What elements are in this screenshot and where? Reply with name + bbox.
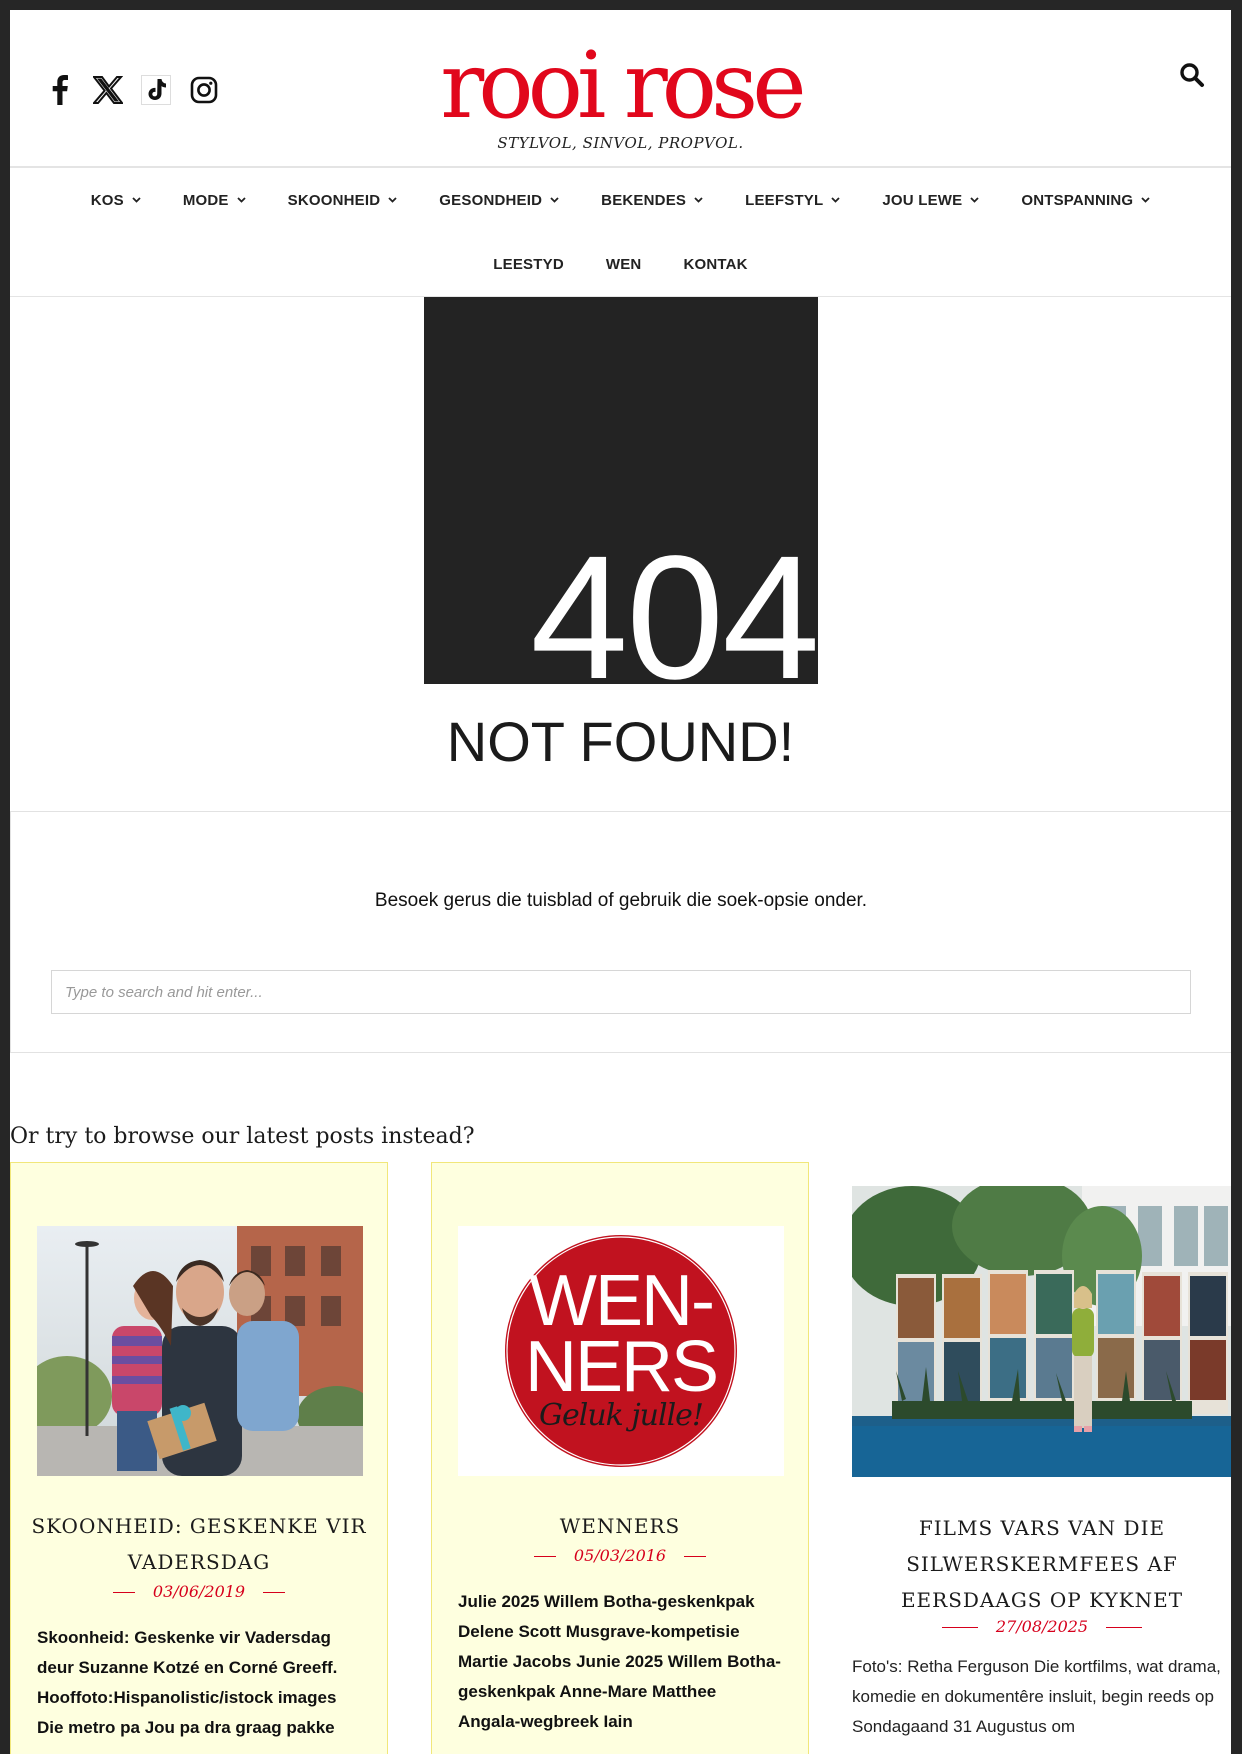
nav-item-gesondheid[interactable]: GESONDHEID (418, 192, 580, 209)
nav-item-mode[interactable]: MODE (162, 192, 267, 209)
latest-posts-heading: Or try to browse our latest posts instea… (10, 1124, 475, 1149)
site-header: rooi rose STYLVOL, SINVOL, PROPVOL. (10, 10, 1231, 168)
post-date-text: 05/03/2016 (573, 1546, 667, 1565)
winners-badge-line2: NERS (524, 1327, 719, 1407)
nav-item-jou-lewe[interactable]: JOU LEWE (861, 192, 1000, 209)
site-logo[interactable]: rooi rose STYLVOL, SINVOL, PROPVOL. (10, 32, 1231, 153)
post-date: 05/03/2016 (432, 1546, 808, 1565)
nav-item-label: JOU LEWE (882, 191, 963, 209)
nav-item-kos[interactable]: KOS (70, 192, 162, 209)
chevron-down-icon (132, 197, 141, 203)
nav-item-label: ONTSPANNING (1021, 191, 1134, 209)
error-code: 404 (530, 520, 820, 716)
search-icon[interactable] (1179, 62, 1209, 92)
fathers-day-photo (37, 1226, 363, 1476)
logo-tagline: STYLVOL, SINVOL, PROPVOL. (497, 134, 744, 152)
post-thumbnail[interactable] (37, 1226, 363, 1476)
winners-badge-line3: Geluk julle! (539, 1398, 704, 1433)
post-card[interactable]: SKOONHEID: GESKENKE VIR VADERSDAG 03/06/… (10, 1162, 388, 1754)
chevron-down-icon (388, 197, 397, 203)
nav-item-label: WEN (605, 255, 642, 273)
error-section: 404 NOT FOUND! (10, 297, 1231, 813)
chevron-down-icon (970, 197, 979, 203)
nav-item-bekendes[interactable]: BEKENDES (580, 192, 724, 209)
post-title[interactable]: WENNERS (432, 1508, 808, 1544)
latest-posts: SKOONHEID: GESKENKE VIR VADERSDAG 03/06/… (10, 1162, 1231, 1754)
nav-item-label: BEKENDES (601, 191, 687, 209)
chevron-down-icon (831, 197, 841, 203)
nav-item-label: LEEFSTYL (745, 191, 824, 209)
post-title[interactable]: SKOONHEID: GESKENKE VIR VADERSDAG (11, 1508, 387, 1580)
error-code-box: 404 (424, 297, 820, 706)
post-card[interactable]: WEN- NERS Geluk julle! WENNERS 05/03/201… (431, 1162, 809, 1754)
nav-row-2: LEESTYD WEN KONTAK (10, 232, 1231, 296)
nav-item-skoonheid[interactable]: SKOONHEID (267, 192, 419, 209)
nav-item-leestyd[interactable]: LEESTYD (472, 256, 585, 273)
chevron-down-icon (550, 197, 559, 203)
chevron-down-icon (694, 197, 703, 203)
post-card[interactable]: FILMS VARS VAN DIE SILWERSKERMFEES AF EE… (852, 1162, 1231, 1754)
winners-badge-line1: WEN- (529, 1261, 715, 1341)
post-date-text: 27/08/2025 (995, 1617, 1089, 1636)
post-date-text: 03/06/2019 (152, 1582, 246, 1601)
nav-item-label: KONTAK (683, 255, 748, 273)
post-excerpt: Foto's: Retha Ferguson Die kortfilms, wa… (852, 1657, 1221, 1736)
nav-item-kontak[interactable]: KONTAK (662, 256, 768, 273)
nav-item-label: GESONDHEID (439, 191, 543, 209)
post-title[interactable]: FILMS VARS VAN DIE SILWERSKERMFEES AF EE… (852, 1510, 1231, 1618)
nav-row-1: KOS MODE SKOONHEID GESONDHEID BEKENDES L… (10, 168, 1231, 232)
nav-item-label: MODE (182, 191, 229, 209)
post-date: 27/08/2025 (852, 1617, 1231, 1636)
nav-item-ontspanning[interactable]: ONTSPANNING (1000, 192, 1171, 209)
post-excerpt: Julie 2025 Willem Botha-geskenkpak Delen… (458, 1592, 781, 1731)
nav-item-label: LEESTYD (493, 255, 564, 273)
film-festival-photo (852, 1186, 1231, 1477)
search-input[interactable] (51, 970, 1191, 1014)
chevron-down-icon (237, 197, 246, 203)
page: rooi rose STYLVOL, SINVOL, PROPVOL. KOS … (10, 10, 1231, 1754)
nav-item-wen[interactable]: WEN (585, 256, 663, 273)
post-thumbnail[interactable] (852, 1186, 1231, 1477)
post-excerpt: Skoonheid: Geskenke vir Vadersdag deur S… (37, 1628, 338, 1737)
nav-item-label: SKOONHEID (287, 191, 381, 209)
main-nav: KOS MODE SKOONHEID GESONDHEID BEKENDES L… (10, 168, 1231, 297)
error-hint: Besoek gerus die tuisblad of gebruik die… (374, 890, 868, 911)
error-title: NOT FOUND! (446, 710, 795, 773)
chevron-down-icon (1141, 197, 1150, 203)
post-thumbnail[interactable]: WEN- NERS Geluk julle! (458, 1226, 784, 1476)
post-date: 03/06/2019 (11, 1582, 387, 1601)
nav-item-label: KOS (90, 191, 124, 209)
nav-item-leefstyl[interactable]: LEEFSTYL (724, 192, 861, 209)
search-panel: Besoek gerus die tuisblad of gebruik die… (10, 812, 1231, 1053)
logo-wordmark: rooi rose (440, 32, 806, 139)
